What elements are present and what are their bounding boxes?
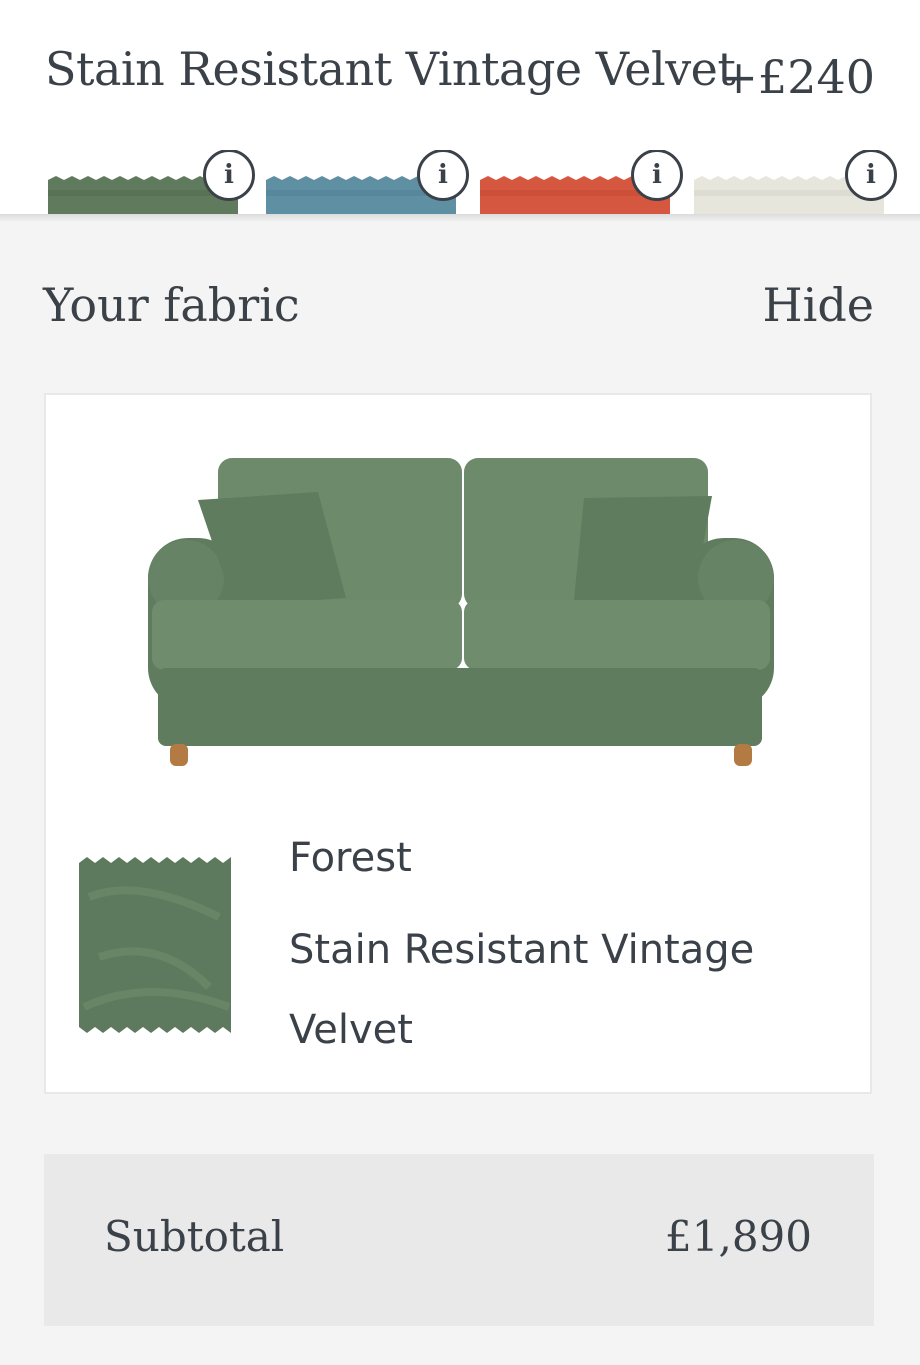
subtotal-label: Subtotal xyxy=(104,1212,285,1261)
subtotal-bar: Subtotal £1,890 xyxy=(44,1154,874,1326)
selected-color-name: Forest xyxy=(289,835,412,881)
panel-divider xyxy=(0,214,920,222)
selected-swatch-image xyxy=(79,857,231,1033)
info-icon[interactable]: i xyxy=(203,150,255,201)
info-icon[interactable]: i xyxy=(845,150,897,201)
your-fabric-heading: Your fabric xyxy=(43,278,300,332)
hide-button[interactable]: Hide xyxy=(763,278,875,332)
fabric-selector-header: Stain Resistant Vintage Velvet +£240 i i… xyxy=(0,0,920,216)
info-icon[interactable]: i xyxy=(631,150,683,201)
selected-fabric-name: Stain Resistant Vintage Velvet xyxy=(289,927,755,1053)
selected-fabric-card: Forest Stain Resistant Vintage Velvet xyxy=(44,393,872,1094)
subtotal-value: £1,890 xyxy=(665,1212,812,1261)
fabric-price-delta: +£240 xyxy=(719,50,875,104)
fabric-range-title: Stain Resistant Vintage Velvet xyxy=(45,42,736,96)
sofa-image xyxy=(148,458,774,766)
fabric-swatch-row: i i i i xyxy=(0,150,920,216)
info-icon[interactable]: i xyxy=(417,150,469,201)
